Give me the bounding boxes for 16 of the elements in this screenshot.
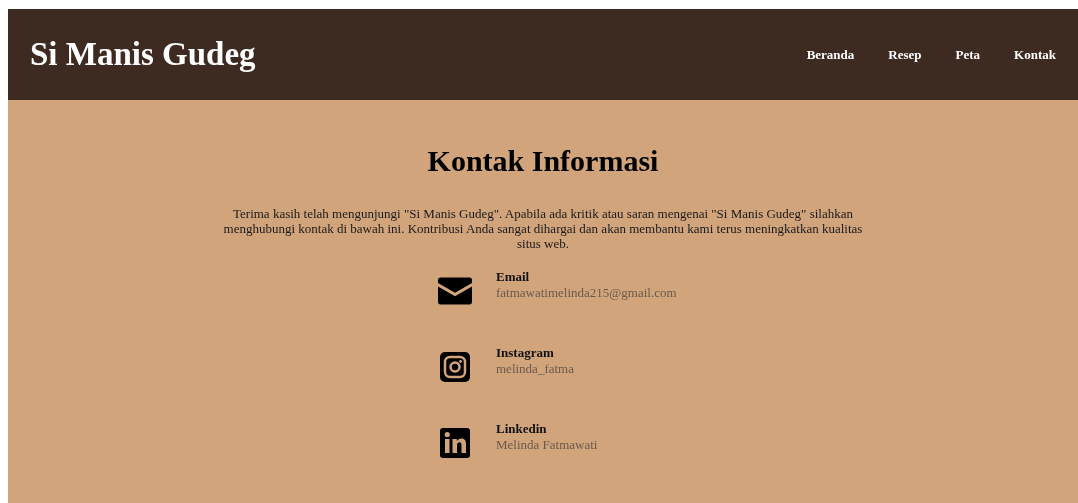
linkedin-icon (440, 427, 470, 458)
site-logo[interactable]: Si Manis Gudeg (30, 36, 256, 73)
nav-link[interactable]: Kontak (1014, 46, 1056, 63)
instagram-icon (440, 351, 470, 382)
contact-value: melinda_fatma (496, 360, 574, 377)
page-title: Kontak Informasi (427, 144, 659, 178)
contact-label: Instagram (496, 344, 554, 361)
nav-link[interactable]: Beranda (806, 46, 855, 63)
intro-paragraph: Terima kasih telah mengunjungi "Si Manis Gudeg". Apabila ada kritik atau saran mengenai "Si Manis Gudeg" silahkan menghubungi kontak di bawah ini. Kontribusi Anda sangat dihargai dan akan membantu kami terus meningkatkan kualitas situs web. (222, 207, 864, 252)
nav-link[interactable]: Peta (955, 46, 981, 63)
contact-value: fatmawatimelinda215@gmail.com (496, 284, 677, 301)
nav-link[interactable]: Resep (888, 46, 922, 63)
contact-label: Linkedin (496, 420, 547, 437)
envelope-icon (438, 275, 472, 306)
contact-label: Email (496, 268, 530, 285)
contact-value: Melinda Fatmawati (496, 436, 598, 453)
